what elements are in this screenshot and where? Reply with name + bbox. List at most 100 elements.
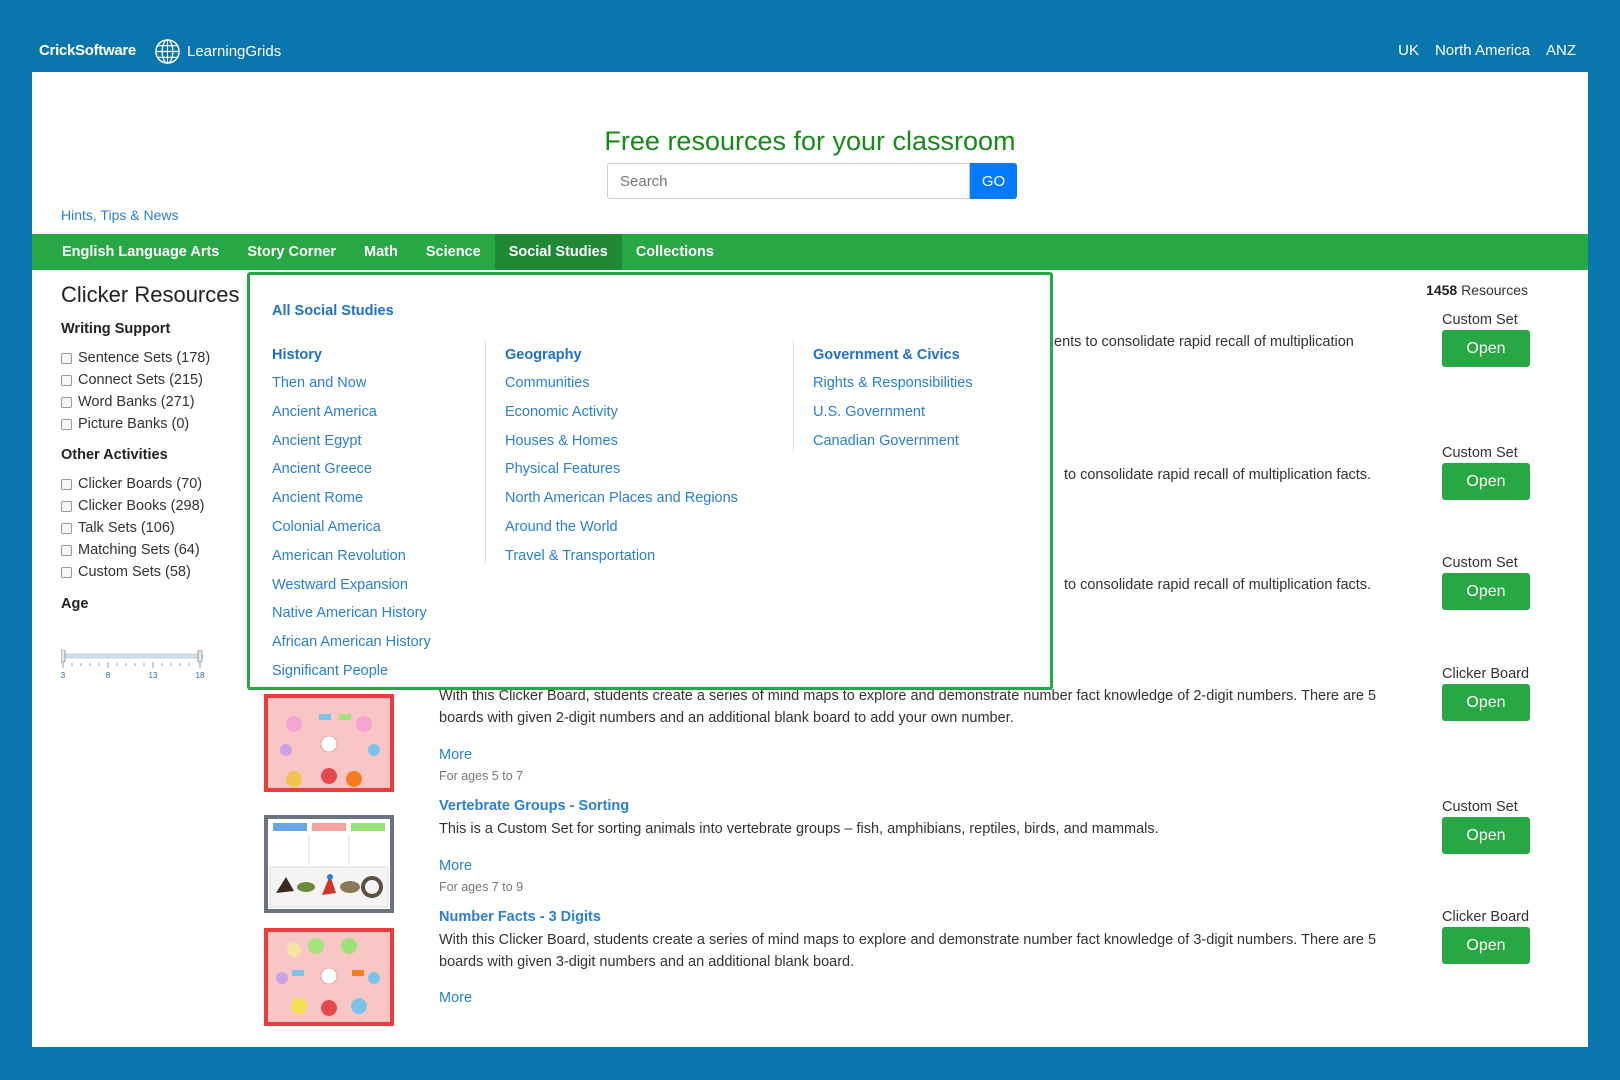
filter-label: Custom Sets (58): [78, 564, 191, 580]
checkbox[interactable]: [61, 478, 72, 490]
social-studies-dropdown: All Social Studies History Then and Now …: [247, 272, 1053, 690]
checkbox[interactable]: [61, 544, 72, 556]
hints-tips-news-link[interactable]: Hints, Tips & News: [61, 207, 178, 223]
region-anz-link[interactable]: ANZ: [1546, 42, 1576, 59]
column-divider: [485, 341, 486, 563]
column-divider: [793, 341, 794, 451]
dropdown-link[interactable]: Colonial America: [272, 513, 431, 542]
dropdown-link[interactable]: Physical Features: [505, 455, 738, 484]
resource-thumbnail[interactable]: [264, 694, 394, 792]
dropdown-link[interactable]: Ancient Rome: [272, 484, 431, 513]
resource-type: Clicker Board: [1442, 909, 1530, 925]
government-civics-heading[interactable]: Government & Civics: [813, 341, 973, 369]
nav-story-corner[interactable]: Story Corner: [233, 234, 350, 270]
nav-social-studies[interactable]: Social Studies: [494, 234, 622, 270]
filter-connect-sets[interactable]: Connect Sets (215): [61, 372, 203, 388]
resource-description: This is a Custom Set for sorting animals…: [439, 821, 1159, 837]
age-tick-label: 8: [106, 671, 111, 680]
filter-label: Word Banks (271): [78, 394, 195, 410]
page-title: Free resources for your classroom: [604, 126, 1016, 156]
resource-thumbnail[interactable]: [264, 815, 394, 913]
open-button[interactable]: Open: [1442, 573, 1530, 610]
resource-description: to consolidate rapid recall of multiplic…: [1064, 577, 1372, 593]
more-link[interactable]: More: [439, 747, 472, 763]
crick-software-logo[interactable]: CrickSoftware: [39, 42, 136, 59]
dropdown-link[interactable]: African American History: [272, 628, 431, 657]
history-column: History Then and Now Ancient America Anc…: [272, 341, 431, 686]
subject-nav: English Language Arts Story Corner Math …: [32, 234, 1588, 270]
history-heading[interactable]: History: [272, 341, 431, 369]
checkbox[interactable]: [61, 522, 72, 534]
filter-sentence-sets[interactable]: Sentence Sets (178): [61, 350, 210, 366]
more-link[interactable]: More: [439, 990, 472, 1006]
dropdown-link[interactable]: Houses & Homes: [505, 427, 738, 456]
nav-science[interactable]: Science: [412, 234, 495, 270]
open-button[interactable]: Open: [1442, 684, 1530, 721]
dropdown-link[interactable]: Significant People: [272, 657, 431, 686]
resource-title[interactable]: Number Facts - 3 Digits: [439, 909, 601, 925]
dropdown-link[interactable]: Rights & Responsibilities: [813, 369, 973, 398]
dropdown-link[interactable]: Ancient Greece: [272, 455, 431, 484]
resource-description: to consolidate rapid recall of multiplic…: [1064, 467, 1372, 483]
age-tick-label: 3: [61, 671, 66, 680]
open-button[interactable]: Open: [1442, 330, 1530, 367]
age-range-text: For ages 5 to 7: [439, 769, 524, 783]
filter-matching-sets[interactable]: Matching Sets (64): [61, 542, 200, 558]
age-range-text: For ages 7 to 9: [439, 880, 524, 894]
resource-type: Custom Set: [1442, 445, 1518, 461]
geography-heading[interactable]: Geography: [505, 341, 738, 369]
dropdown-link[interactable]: Economic Activity: [505, 398, 738, 427]
open-button[interactable]: Open: [1442, 817, 1530, 854]
checkbox[interactable]: [61, 566, 72, 578]
filter-picture-banks[interactable]: Picture Banks (0): [61, 416, 189, 432]
dropdown-link[interactable]: Ancient America: [272, 398, 431, 427]
filter-custom-sets[interactable]: Custom Sets (58): [61, 564, 191, 580]
main-page: Free resources for your classroom GO Hin…: [32, 72, 1588, 1047]
open-button[interactable]: Open: [1442, 927, 1530, 964]
go-button[interactable]: GO: [970, 163, 1017, 199]
region-uk-link[interactable]: UK: [1398, 42, 1419, 59]
search-bar: GO: [607, 163, 1017, 199]
dropdown-link[interactable]: North American Places and Regions: [505, 484, 738, 513]
filter-clicker-boards[interactable]: Clicker Boards (70): [61, 476, 202, 492]
filter-talk-sets[interactable]: Talk Sets (106): [61, 520, 175, 536]
checkbox[interactable]: [61, 374, 72, 386]
resource-description: With this Clicker Board, students create…: [439, 688, 1377, 726]
filter-clicker-books[interactable]: Clicker Books (298): [61, 498, 205, 514]
dropdown-link[interactable]: Communities: [505, 369, 738, 398]
resource-count-label: Resources: [1461, 282, 1528, 298]
nav-math[interactable]: Math: [350, 234, 412, 270]
dropdown-link[interactable]: Around the World: [505, 513, 738, 542]
dropdown-link[interactable]: American Revolution: [272, 542, 431, 571]
all-social-studies-link[interactable]: All Social Studies: [272, 303, 394, 319]
age-heading: Age: [61, 596, 89, 612]
learninggrids-logo[interactable]: LearningGrids: [154, 38, 281, 65]
dropdown-link[interactable]: U.S. Government: [813, 398, 973, 427]
checkbox[interactable]: [61, 418, 72, 430]
checkbox[interactable]: [61, 352, 72, 364]
open-button[interactable]: Open: [1442, 463, 1530, 500]
nav-collections[interactable]: Collections: [622, 234, 728, 270]
resource-type: Custom Set: [1442, 312, 1518, 328]
more-link[interactable]: More: [439, 858, 472, 874]
region-selector: UK North America ANZ: [1398, 42, 1576, 59]
filter-word-banks[interactable]: Word Banks (271): [61, 394, 195, 410]
age-range-slider[interactable]: 3 8 13 18: [61, 650, 206, 686]
search-input[interactable]: [607, 163, 970, 199]
region-north-america-link[interactable]: North America: [1435, 42, 1530, 59]
filter-label: Talk Sets (106): [78, 520, 175, 536]
checkbox[interactable]: [61, 396, 72, 408]
dropdown-link[interactable]: Travel & Transportation: [505, 542, 738, 571]
resource-type: Custom Set: [1442, 799, 1518, 815]
dropdown-link[interactable]: Native American History: [272, 599, 431, 628]
dropdown-link[interactable]: Then and Now: [272, 369, 431, 398]
dropdown-link[interactable]: Ancient Egypt: [272, 427, 431, 456]
dropdown-link[interactable]: Westward Expansion: [272, 571, 431, 600]
checkbox[interactable]: [61, 500, 72, 512]
resource-thumbnail[interactable]: [264, 928, 394, 1026]
filter-label: Connect Sets (215): [78, 372, 203, 388]
globe-icon: [155, 39, 180, 64]
resource-title[interactable]: Vertebrate Groups - Sorting: [439, 798, 629, 814]
dropdown-link[interactable]: Canadian Government: [813, 427, 973, 456]
nav-english-language-arts[interactable]: English Language Arts: [48, 234, 233, 270]
